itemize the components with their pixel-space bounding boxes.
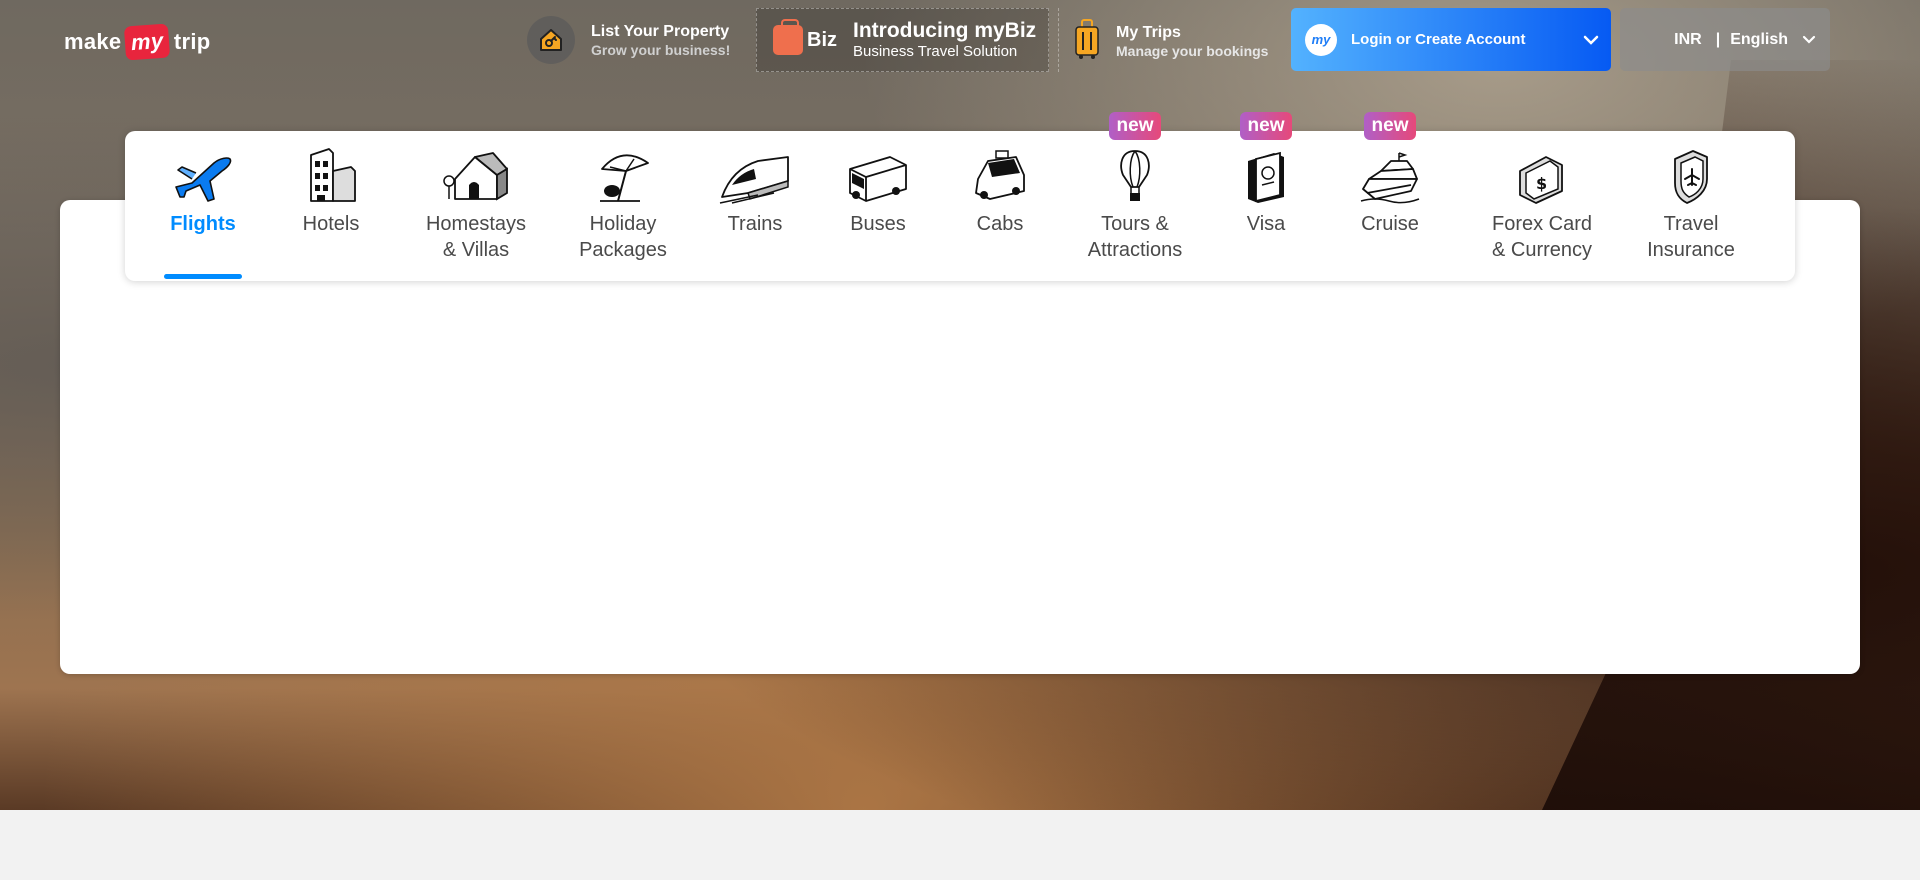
nav-item-visa[interactable]: new Visa [1231, 112, 1301, 281]
new-badge: new [1108, 112, 1162, 140]
language-label: English [1730, 30, 1788, 48]
mybiz-link[interactable]: Biz Introducing myBiz Business Travel So… [756, 8, 1049, 72]
nav-label: Flights [170, 213, 236, 235]
nav-label: Buses [850, 213, 906, 235]
new-badge: new [1363, 112, 1417, 140]
my-trips-subtitle: Manage your bookings [1116, 43, 1269, 59]
nav-item-homestays[interactable]: Homestays & Villas [411, 131, 541, 281]
hot-air-balloon-icon [1115, 145, 1155, 205]
bus-icon [846, 145, 910, 205]
nav-label: Travel Insurance [1647, 213, 1735, 261]
suitcase-icon [1074, 18, 1100, 65]
nav-label: Trains [727, 213, 783, 235]
logo-text-make: make [64, 29, 122, 54]
nav-item-cruise[interactable]: new Cruise [1355, 112, 1425, 281]
chevron-down-icon [1802, 31, 1816, 49]
passport-icon [1244, 145, 1288, 205]
beach-umbrella-icon [590, 145, 656, 205]
nav-item-buses[interactable]: Buses [843, 131, 913, 281]
header-divider [1058, 8, 1059, 72]
car-icon [970, 145, 1030, 205]
login-label: Login or Create Account [1351, 31, 1526, 48]
nav-item-tours-attractions[interactable]: new Tours & Attractions [1080, 112, 1190, 281]
forex-card-icon: $ [1516, 145, 1568, 205]
svg-text:$: $ [1536, 174, 1547, 193]
my-trips-title: My Trips [1116, 24, 1181, 41]
nav-item-holiday-packages[interactable]: Holiday Packages [573, 131, 673, 281]
currency-label: INR [1674, 30, 1702, 48]
logo-text-my: my [124, 23, 172, 61]
plane-icon [170, 145, 236, 205]
list-property-subtitle: Grow your business! [591, 41, 731, 58]
nav-label: Cruise [1361, 213, 1419, 235]
my-trips-link[interactable]: My Trips Manage your bookings [1074, 18, 1268, 65]
nav-item-hotels[interactable]: Hotels [291, 131, 371, 281]
briefcase-icon: Biz [773, 19, 837, 55]
house-icon [441, 145, 511, 205]
currency-language-selector[interactable]: INR | English [1620, 8, 1830, 71]
house-key-icon [527, 16, 575, 64]
chevron-down-icon[interactable] [1571, 35, 1611, 45]
new-badge: new [1239, 112, 1293, 140]
list-property-title: List Your Property [591, 22, 730, 40]
login-button[interactable]: my Login or Create Account [1291, 8, 1611, 71]
nav-label: Homestays & Villas [425, 213, 527, 261]
nav-label: Forex Card & Currency [1491, 213, 1593, 261]
mybiz-title: Introducing myBiz [853, 19, 1037, 42]
nav-item-travel-insurance[interactable]: Travel Insurance [1641, 131, 1741, 281]
mybiz-subtitle: Business Travel Solution [853, 43, 1018, 60]
nav-label: Cabs [976, 213, 1024, 235]
mybiz-badge: Biz [807, 28, 837, 51]
locale-separator: | [1715, 30, 1721, 48]
nav-label: Visa [1246, 213, 1286, 235]
nav-label: Holiday Packages [579, 213, 667, 261]
logo-text-trip: trip [173, 29, 211, 54]
nav-label: Hotels [302, 213, 360, 235]
list-property-link[interactable]: List Your Property Grow your business! [527, 16, 730, 64]
train-icon [718, 145, 792, 205]
nav-label: Tours & Attractions [1087, 213, 1183, 261]
insurance-shield-icon [1669, 145, 1713, 205]
ship-icon [1359, 145, 1421, 205]
nav-item-flights[interactable]: Flights [163, 131, 243, 281]
nav-item-cabs[interactable]: Cabs [965, 131, 1035, 281]
building-icon [303, 145, 359, 205]
product-nav: Flights Hotels Homestays & Villas Holida… [125, 112, 1795, 281]
avatar: my [1305, 23, 1337, 56]
nav-item-trains[interactable]: Trains [718, 131, 792, 281]
makemytrip-logo[interactable]: make my trip [64, 22, 211, 62]
active-tab-indicator [164, 274, 242, 279]
nav-item-forex[interactable]: $ Forex Card & Currency [1487, 131, 1597, 281]
